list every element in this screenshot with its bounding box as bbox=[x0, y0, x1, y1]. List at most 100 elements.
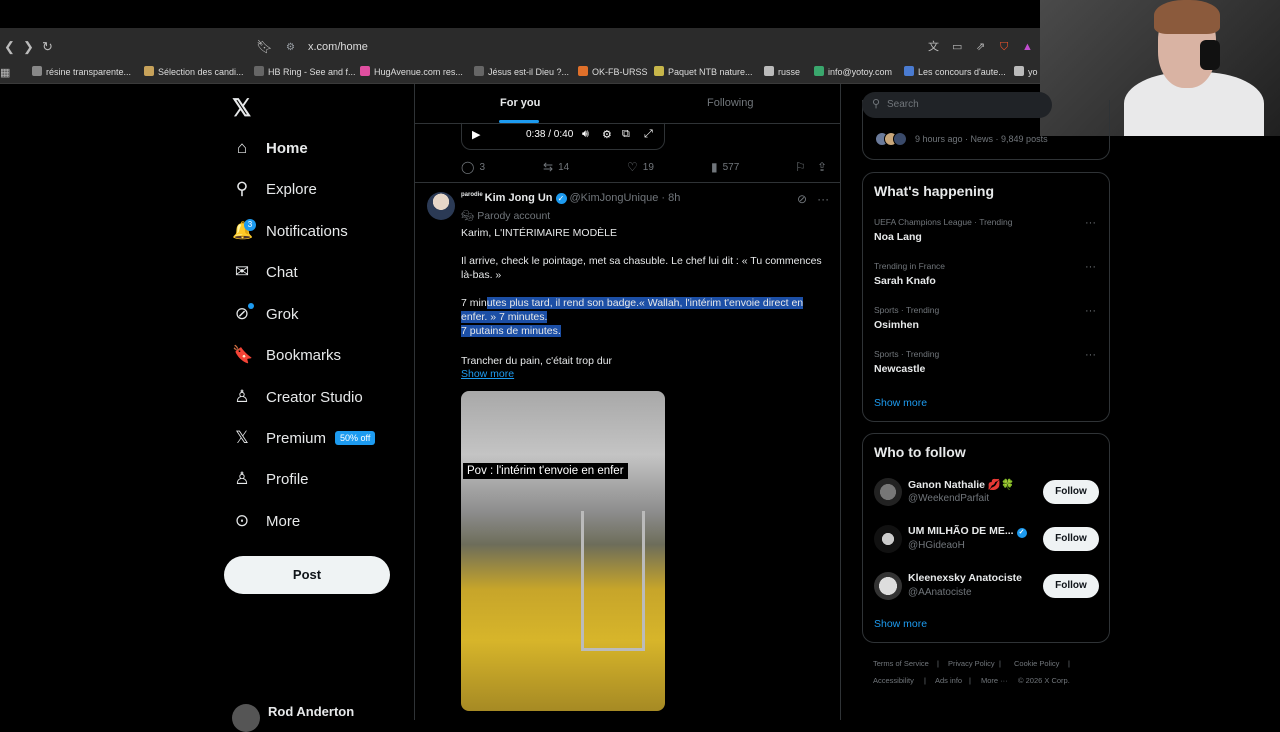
brave-shield-icon[interactable]: ⛉ bbox=[1000, 38, 1008, 56]
pip-icon[interactable]: ⧉ bbox=[622, 128, 630, 141]
translate-icon[interactable]: 文 bbox=[928, 38, 939, 56]
trend-more-icon[interactable]: ··· bbox=[1085, 349, 1096, 361]
play-icon[interactable]: ▶ bbox=[472, 128, 480, 141]
tab-following[interactable]: Following bbox=[707, 97, 753, 109]
nav-item-home[interactable]: ⌂ Home bbox=[232, 133, 308, 163]
follow-button[interactable]: Follow bbox=[1043, 574, 1099, 598]
footer-link[interactable]: Cookie Policy bbox=[1014, 659, 1059, 668]
author-avatar[interactable] bbox=[427, 192, 455, 220]
account-name[interactable]: Rod Anderton bbox=[268, 704, 354, 719]
follow-button[interactable]: Follow bbox=[1043, 527, 1099, 551]
bookmark-item[interactable]: info@yotoy.com bbox=[814, 64, 892, 80]
bookmark-star-icon[interactable]: 🔖︎ bbox=[256, 38, 273, 56]
nav-item-chat[interactable]: ✉ Chat bbox=[232, 257, 298, 287]
forward-icon[interactable]: ❯ bbox=[23, 38, 34, 56]
follow-name[interactable]: Ganon Nathalie 💋🍀 bbox=[908, 478, 1014, 491]
bookmark-item[interactable]: HugAvenue.com res... bbox=[360, 64, 463, 80]
show-more-link[interactable]: Show more bbox=[461, 368, 514, 380]
webcam-person-hair bbox=[1154, 0, 1220, 34]
author-name[interactable]: Kim Jong Un bbox=[485, 192, 553, 204]
footer-link[interactable]: More ··· bbox=[981, 676, 1008, 685]
bookmark-item[interactable]: résine transparente... bbox=[32, 64, 131, 80]
trend-name[interactable]: Newcastle bbox=[874, 363, 925, 375]
mask-icon: 🎭︎ bbox=[461, 210, 475, 222]
follow-name[interactable]: Kleenexsky Anatociste bbox=[908, 572, 1022, 584]
author-handle[interactable]: @KimJongUnique bbox=[570, 192, 659, 204]
tab-for-you[interactable]: For you bbox=[500, 97, 540, 109]
apps-grid-icon[interactable]: ▦ bbox=[0, 64, 10, 82]
nav-item-creator-studio[interactable]: ♙ Creator Studio bbox=[232, 382, 362, 412]
x-logo[interactable]: 𝕏 bbox=[232, 94, 251, 123]
bookmark-item[interactable]: HB Ring - See and f... bbox=[254, 64, 356, 80]
video-player-controls: ▶ 0:38 / 0:40 🔊︎ ⚙ ⧉ ⤢ bbox=[461, 122, 665, 150]
tweet-menu: ⊘ ··· bbox=[797, 192, 829, 206]
tweet-text-selected: utes plus tard, il rend son badge.« Wall… bbox=[461, 297, 804, 323]
settings-icon[interactable]: ⚙ bbox=[602, 128, 612, 141]
follow-avatar[interactable] bbox=[874, 478, 902, 506]
footer-separator: | bbox=[999, 659, 1001, 668]
grok-explain-icon[interactable]: ⊘ bbox=[797, 192, 807, 206]
rewards-icon[interactable]: ▲ bbox=[1022, 38, 1033, 56]
trends-show-more[interactable]: Show more bbox=[874, 397, 927, 409]
more-icon[interactable]: ··· bbox=[817, 192, 829, 206]
bookmark-item[interactable]: Paquet NTB nature... bbox=[654, 64, 753, 80]
share-icon: ⇪ bbox=[817, 160, 828, 174]
bookmark-favicon-icon bbox=[360, 66, 370, 76]
post-button[interactable]: Post bbox=[224, 556, 390, 594]
follow-avatar[interactable] bbox=[874, 572, 902, 600]
site-info-icon[interactable]: ⚙ bbox=[286, 38, 298, 58]
footer-link[interactable]: Ads info bbox=[935, 676, 962, 685]
fullscreen-icon[interactable]: ⤢ bbox=[644, 128, 653, 141]
footer-link[interactable]: Terms of Service bbox=[873, 659, 929, 668]
back-icon[interactable]: ❮ bbox=[4, 38, 15, 56]
nav-item-premium[interactable]: 𝕏 Premium bbox=[232, 423, 326, 453]
tweet-time[interactable]: · 8h bbox=[661, 192, 680, 204]
tweet-video[interactable]: Pov : l'intérim t'envoie en enfer bbox=[461, 391, 665, 711]
bookmark-label: Sélection des candi... bbox=[158, 67, 244, 77]
account-avatar[interactable] bbox=[232, 704, 260, 732]
bookmark-item[interactable]: Jésus est-il Dieu ?... bbox=[474, 64, 569, 80]
search-box[interactable]: ⚲ Search bbox=[862, 92, 1052, 118]
follow-button[interactable]: Follow bbox=[1043, 480, 1099, 504]
cast-icon[interactable]: ▭ bbox=[952, 38, 962, 56]
trend-more-icon[interactable]: ··· bbox=[1085, 305, 1096, 317]
footer-link[interactable]: © 2026 X Corp. bbox=[1018, 676, 1070, 685]
bookmark-label: OK-FB-URSS bbox=[592, 67, 648, 77]
bookmark-item[interactable]: russe bbox=[764, 64, 800, 80]
follow-avatar[interactable] bbox=[874, 525, 902, 553]
bookmark-item[interactable]: Sélection des candi... bbox=[144, 64, 244, 80]
repost-action[interactable]: ⇆ 14 bbox=[543, 160, 569, 174]
views-action[interactable]: ▮ 577 bbox=[711, 160, 739, 174]
bookmark-item[interactable]: OK-FB-URSS bbox=[578, 64, 648, 80]
share-icon[interactable]: ⇗ bbox=[976, 38, 985, 56]
nav-item-explore[interactable]: ⚲ Explore bbox=[232, 174, 317, 204]
nav-item-profile[interactable]: ♙ Profile bbox=[232, 464, 308, 494]
bookmark-item[interactable]: Les concours d'aute... bbox=[904, 64, 1006, 80]
bookmark-label: Jésus est-il Dieu ?... bbox=[488, 67, 570, 77]
bookmark-item[interactable]: yo bbox=[1014, 64, 1038, 80]
address-bar[interactable]: ⚙ x.com/home bbox=[278, 37, 1034, 57]
trend-name[interactable]: Sarah Knafo bbox=[874, 275, 936, 287]
volume-icon[interactable]: 🔊︎ bbox=[582, 128, 589, 141]
nav-item-more[interactable]: ⊙ More bbox=[232, 506, 300, 536]
like-action[interactable]: ♡ 19 bbox=[627, 160, 654, 174]
share-action[interactable]: ⇪ bbox=[817, 160, 832, 174]
footer-link[interactable]: Privacy Policy bbox=[948, 659, 995, 668]
trend-avatars bbox=[875, 132, 909, 146]
trend-more-icon[interactable]: ··· bbox=[1085, 261, 1096, 273]
bookmark-label: russe bbox=[778, 67, 801, 77]
follow-name[interactable]: UM MILHÃO DE ME... ✓ bbox=[908, 525, 1027, 538]
trend-name[interactable]: Osimhen bbox=[874, 319, 919, 331]
nav-item-bookmarks[interactable]: 🔖 Bookmarks bbox=[232, 340, 341, 370]
trend-avatar bbox=[893, 132, 907, 146]
reply-action[interactable]: ◯ 3 bbox=[461, 160, 485, 174]
reload-icon[interactable]: ↻ bbox=[42, 38, 53, 56]
bookmark-label: yo bbox=[1028, 67, 1038, 77]
trend-name[interactable]: Noa Lang bbox=[874, 231, 922, 243]
trend-more-icon[interactable]: ··· bbox=[1085, 217, 1096, 229]
follow-show-more[interactable]: Show more bbox=[874, 618, 927, 630]
nav-item-grok[interactable]: ⊘ Grok bbox=[232, 299, 299, 329]
like-count: 19 bbox=[642, 161, 654, 173]
bookmark-action[interactable]: ⚐ bbox=[795, 160, 811, 174]
footer-link[interactable]: Accessibility bbox=[873, 676, 914, 685]
